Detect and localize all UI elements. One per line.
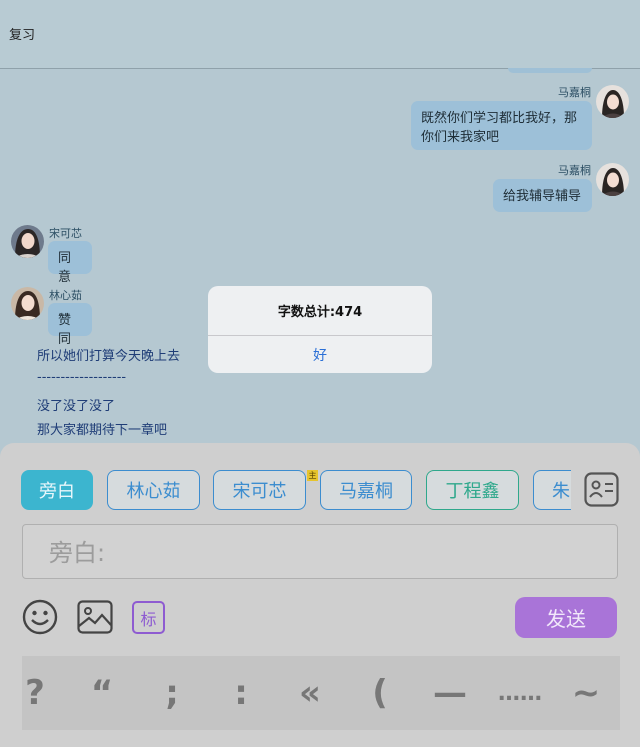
role-label: 宋可芯: [232, 481, 287, 502]
role-label: 朱: [552, 481, 570, 502]
emoji-icon[interactable]: [22, 599, 58, 635]
role-button-ding-chengxin[interactable]: 丁程鑫: [426, 470, 519, 510]
sender-name: 林心茹: [49, 289, 82, 302]
page-title: 复习: [9, 28, 36, 43]
narration-line: -------------------: [37, 370, 127, 385]
contacts-icon[interactable]: [584, 472, 619, 507]
punct-colon[interactable]: :: [221, 656, 261, 730]
message-line: 同意: [58, 251, 72, 285]
role-button-lin-xinru[interactable]: 林心茹: [107, 470, 200, 510]
message-input[interactable]: [47, 535, 591, 571]
punct-question[interactable]: ?: [22, 656, 48, 730]
role-label: 马嘉桐: [339, 481, 393, 502]
avatar[interactable]: [11, 287, 44, 320]
punct-tilde[interactable]: ~: [566, 656, 606, 730]
dialog-ok-button[interactable]: 好: [208, 336, 432, 373]
message-line: 你们来我家吧: [421, 130, 500, 145]
tag-label: 标: [140, 609, 157, 629]
role-button-ma-jiatong[interactable]: 马嘉桐: [320, 470, 412, 510]
message-line: 赞同: [58, 313, 72, 347]
narration-line: 没了没了没了: [37, 399, 116, 414]
role-button-song-kexin[interactable]: 宋可芯: [213, 470, 306, 510]
avatar[interactable]: [596, 163, 629, 196]
alert-dialog: 字数总计:474 好: [208, 286, 432, 373]
role-button-narrator[interactable]: 旁白: [21, 470, 93, 510]
previous-bubble-edge: [508, 68, 592, 73]
top-bar: 复习: [0, 0, 640, 69]
punctuation-bar: ? “ ; : « ( — …… ~: [22, 656, 620, 730]
message-bubble[interactable]: 给我辅导辅导: [493, 179, 592, 212]
narration-line: 所以她们打算今天晚上去: [37, 349, 181, 364]
punct-semicolon[interactable]: ;: [152, 656, 192, 730]
punct-guillemet[interactable]: «: [290, 656, 330, 730]
role-button-zhu[interactable]: 朱: [533, 470, 571, 510]
narration-line: 那大家都期待下一章吧: [37, 423, 168, 438]
sender-name: 马嘉桐: [558, 86, 591, 99]
message-line: 给我辅导辅导: [503, 189, 582, 204]
punct-paren[interactable]: (: [360, 656, 400, 730]
punct-quote[interactable]: “: [82, 656, 122, 730]
avatar[interactable]: [11, 225, 44, 258]
sender-name: 宋可芯: [49, 227, 82, 240]
message-line: 既然你们学习都比我好，那: [421, 111, 578, 126]
main-role-badge: 主: [307, 470, 318, 481]
role-label: 丁程鑫: [445, 481, 500, 502]
tag-button[interactable]: 标: [132, 601, 165, 634]
sender-name: 马嘉桐: [558, 164, 591, 177]
dialog-message: 字数总计:474: [277, 305, 363, 320]
message-bubble[interactable]: 赞同: [48, 303, 92, 347]
role-label: 旁白: [39, 481, 75, 502]
message-bubble[interactable]: 同意: [48, 241, 92, 285]
punct-dash[interactable]: —: [430, 656, 470, 730]
message-bubble[interactable]: 既然你们学习都比我好，那 你们来我家吧: [411, 101, 592, 150]
role-label: 林心茹: [126, 481, 181, 502]
punct-ellipsis[interactable]: ……: [490, 656, 550, 730]
message-input-box[interactable]: [22, 524, 618, 579]
send-button[interactable]: 发送: [515, 597, 617, 638]
avatar[interactable]: [596, 85, 629, 118]
image-icon[interactable]: [77, 600, 113, 634]
